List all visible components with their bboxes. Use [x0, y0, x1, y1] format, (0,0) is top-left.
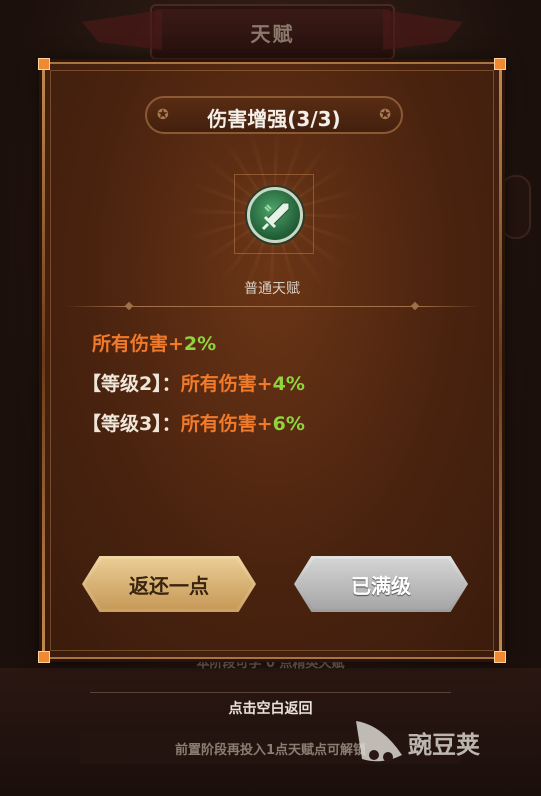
- side-handle: [501, 175, 531, 239]
- effect-row-base: 所有伤害+2%: [92, 329, 216, 356]
- page-title: 天赋: [250, 22, 295, 46]
- effect-row-level2: 【等级2】：所有伤害+4%: [82, 369, 305, 396]
- corner-ornament: [38, 651, 50, 663]
- effect-stat: 所有伤害+: [180, 373, 273, 395]
- corner-ornament: [38, 58, 50, 70]
- corner-ornament: [494, 58, 506, 70]
- star-icon: ✪: [379, 107, 391, 123]
- effect-row-level3: 【等级3】：所有伤害+6%: [82, 409, 305, 436]
- panel-edge-left: [42, 64, 45, 657]
- talent-detail-panel: ✪ 伤害增强(3/3) ✪ 普通天赋 所有伤害+2% 【等级2】：所有伤害+4%…: [38, 58, 506, 663]
- header-banner: 天赋: [82, 4, 463, 60]
- sword-icon: [247, 187, 303, 243]
- watermark: 豌豆荚: [352, 715, 522, 767]
- max-level-label: 已满级: [351, 573, 411, 598]
- effect-value: 6%: [272, 413, 305, 435]
- refund-point-button[interactable]: 返还一点: [82, 556, 256, 612]
- talent-icon-frame: [234, 174, 314, 254]
- divider: [64, 306, 480, 307]
- max-level-button[interactable]: 已满级: [294, 556, 468, 612]
- refund-point-label: 返还一点: [129, 573, 209, 598]
- talent-type-label: 普通天赋: [244, 281, 300, 297]
- watermark-logo-icon: [356, 721, 402, 762]
- panel-edge-right: [499, 64, 502, 657]
- talent-title: 伤害增强(3/3): [207, 107, 341, 131]
- effect-level: 【等级2】：: [82, 373, 181, 395]
- effect-value: 4%: [272, 373, 305, 395]
- effect-value: 2%: [183, 333, 217, 355]
- effect-level: 【等级3】：: [82, 413, 181, 435]
- watermark-text: 豌豆荚: [408, 731, 480, 759]
- effect-stat: 所有伤害+: [92, 333, 184, 355]
- tap-divider: [90, 692, 451, 693]
- title-plate: ✪ 伤害增强(3/3) ✪: [145, 96, 403, 134]
- effect-stat: 所有伤害+: [180, 413, 273, 435]
- corner-ornament: [494, 651, 506, 663]
